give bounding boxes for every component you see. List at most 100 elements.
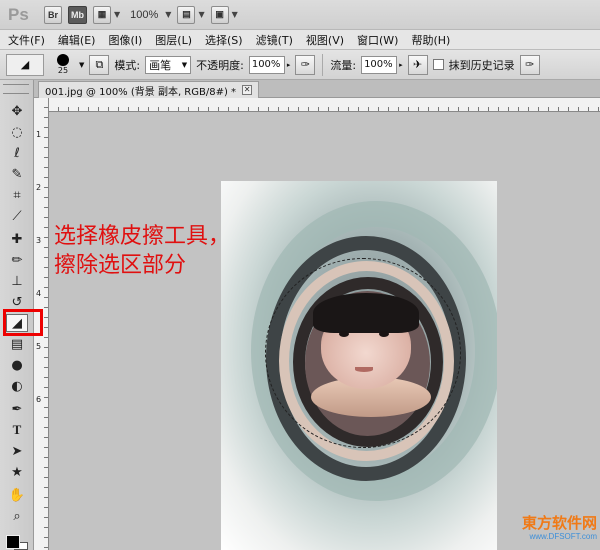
path-selection-tool-icon: ➤ — [11, 443, 23, 459]
view-extras-button[interactable]: ▦ — [93, 5, 111, 24]
shape-tool-icon: ★ — [11, 464, 23, 480]
screen-mode-button[interactable]: ▣ — [210, 5, 229, 24]
brush-tool-icon: ✏ — [11, 252, 23, 268]
eyedropper-tool[interactable]: ⟋ — [6, 207, 28, 225]
type-tool-icon: T — [12, 422, 22, 437]
airbrush-button[interactable]: ✈ — [407, 54, 428, 75]
hand-tool[interactable]: ✋ — [6, 486, 28, 504]
mode-label: 模式: — [114, 58, 141, 72]
mode-select[interactable]: 画笔 ▼ — [145, 55, 192, 74]
ruler-mark: 4 — [36, 289, 42, 298]
path-selection-tool[interactable]: ➤ — [6, 442, 28, 460]
airbrush-icon: ✈ — [412, 58, 423, 71]
arrange-documents-button[interactable]: ▤ — [177, 5, 196, 24]
flow-input[interactable]: 100% — [361, 55, 398, 74]
brush-panel-toggle[interactable]: ⧉ — [89, 54, 110, 75]
menu-edit[interactable]: 编辑(E) — [58, 32, 96, 48]
eyedropper-tool-icon: ⟋ — [12, 208, 22, 224]
foreground-color-swatch[interactable] — [6, 535, 20, 549]
erase-to-history-label: 抹到历史记录 — [448, 58, 515, 72]
quick-selection-tool-icon: ✎ — [11, 166, 23, 182]
horizontal-ruler[interactable] — [49, 98, 600, 112]
pen-tool-icon: ✒ — [11, 401, 23, 417]
healing-brush-tool[interactable]: ✚ — [6, 230, 28, 248]
zoom-level[interactable]: 100% — [130, 9, 158, 21]
marquee-tool[interactable]: ◌ — [6, 123, 28, 141]
hand-tool-icon: ✋ — [8, 487, 26, 503]
erase-to-history-checkbox[interactable] — [432, 59, 444, 70]
history-brush-tool-icon: ↺ — [11, 294, 23, 310]
pressure-size-button[interactable]: ✑ — [519, 54, 540, 75]
blur-tool[interactable]: ● — [6, 356, 28, 374]
clone-stamp-tool-icon: ⊥ — [11, 273, 23, 289]
brush-tip-icon — [57, 54, 69, 66]
menu-window[interactable]: 窗口(W) — [357, 32, 398, 48]
flow-slider-caret-icon[interactable]: ▸ — [399, 61, 403, 69]
close-icon[interactable]: ✕ — [242, 85, 253, 95]
opacity-input[interactable]: 100% — [248, 55, 285, 74]
menu-file[interactable]: 文件(F) — [8, 32, 45, 48]
menu-select[interactable]: 选择(S) — [205, 32, 243, 48]
screen-mode-caret-icon[interactable]: ▼ — [232, 10, 238, 19]
document-tab-title: 001.jpg @ 100% (背景 副本, RGB/8#) * — [45, 86, 237, 98]
move-tool-icon: ✥ — [11, 103, 23, 119]
mode-value: 画笔 — [149, 58, 172, 72]
tools-panel-grip[interactable] — [3, 84, 29, 94]
opacity-label: 不透明度: — [196, 58, 244, 72]
lasso-tool[interactable]: ℓ — [6, 144, 28, 162]
menu-filter[interactable]: 滤镜(T) — [256, 32, 293, 48]
type-tool[interactable]: T — [6, 421, 28, 439]
separator — [322, 53, 324, 76]
clone-stamp-tool[interactable]: ⊥ — [6, 272, 28, 290]
ruler-mark: 1 — [36, 130, 42, 139]
ruler-mark: 5 — [36, 342, 42, 351]
zoom-tool[interactable]: ⌕ — [6, 507, 28, 525]
brush-panel-icon: ⧉ — [95, 57, 104, 71]
elliptical-selection-marquee[interactable] — [265, 258, 461, 448]
arrange-caret-icon[interactable]: ▼ — [198, 10, 204, 19]
brush-size-value: 25 — [57, 66, 69, 75]
crop-tool-icon: ⌗ — [13, 187, 21, 203]
pen-tool[interactable]: ✒ — [6, 400, 28, 418]
gradient-tool-icon: ▤ — [10, 336, 24, 352]
tool-preset-picker[interactable]: ◢ — [6, 53, 44, 76]
menu-help[interactable]: 帮助(H) — [411, 32, 450, 48]
view-extras-caret-icon[interactable]: ▼ — [114, 10, 120, 19]
move-tool[interactable]: ✥ — [6, 102, 28, 120]
brush-tool[interactable]: ✏ — [6, 251, 28, 269]
chevron-down-icon: ▼ — [181, 60, 188, 69]
mini-bridge-button[interactable]: Mb — [68, 5, 87, 24]
pen-pressure-size-icon: ✑ — [524, 58, 535, 71]
eraser-preset-icon: ◢ — [20, 58, 30, 71]
ruler-mark: 2 — [36, 183, 42, 192]
quick-selection-tool[interactable]: ✎ — [6, 165, 28, 183]
brush-preset-picker[interactable]: 25 — [49, 52, 77, 78]
marquee-tool-icon: ◌ — [11, 124, 23, 140]
document-tab[interactable]: 001.jpg @ 100% (背景 副本, RGB/8#) * ✕ — [38, 81, 260, 98]
menu-view[interactable]: 视图(V) — [306, 32, 344, 48]
annotation-text: 选择橡皮擦工具，擦除选区部分 — [54, 224, 231, 278]
document-tab-bar: 001.jpg @ 100% (背景 副本, RGB/8#) * ✕ — [34, 80, 600, 98]
shape-tool[interactable]: ★ — [6, 463, 28, 481]
pressure-opacity-button[interactable]: ✑ — [295, 54, 316, 75]
bridge-button[interactable]: Br — [44, 5, 62, 24]
dodge-tool[interactable]: ◐ — [6, 377, 28, 395]
flow-label: 流量: — [330, 58, 357, 72]
menu-bar: 文件(F) 编辑(E) 图像(I) 图层(L) 选择(S) 滤镜(T) 视图(V… — [0, 30, 600, 50]
zoom-caret-icon[interactable]: ▼ — [165, 10, 171, 19]
menu-image[interactable]: 图像(I) — [108, 32, 142, 48]
watermark: 東方软件网 www.DFSOFT.com — [497, 515, 597, 542]
blur-tool-icon: ● — [11, 357, 23, 373]
menu-layer[interactable]: 图层(L) — [155, 32, 192, 48]
watermark-main: 東方软件网 — [521, 515, 597, 532]
gradient-tool[interactable]: ▤ — [6, 335, 28, 353]
ruler-mark: 6 — [36, 395, 42, 404]
healing-brush-tool-icon: ✚ — [11, 231, 23, 247]
pen-pressure-icon: ✑ — [300, 58, 310, 71]
crop-tool[interactable]: ⌗ — [6, 186, 28, 204]
brush-caret-icon[interactable]: ▼ — [79, 61, 84, 69]
opacity-slider-caret-icon[interactable]: ▸ — [287, 61, 291, 69]
dodge-tool-icon: ◐ — [11, 378, 23, 394]
options-bar: ◢ 25 ▼ ⧉ 模式: 画笔 ▼ 不透明度: 100% ▸ ✑ 流量: 100%… — [0, 50, 600, 80]
watermark-url: www.DFSOFT.com — [529, 532, 597, 541]
